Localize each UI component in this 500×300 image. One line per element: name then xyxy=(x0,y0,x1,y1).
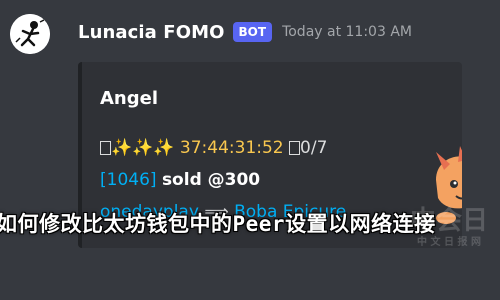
watermark-title: 中会日 xyxy=(409,206,488,236)
sale-id-link[interactable]: [1046] xyxy=(100,170,162,190)
site-watermark: 中会日 中 文 日 报 网 xyxy=(404,206,494,296)
missing-glyph-icon xyxy=(100,141,111,155)
bot-avatar[interactable] xyxy=(10,14,50,54)
embed-count: 0/7 xyxy=(300,138,328,158)
embed-title: Angel xyxy=(100,88,159,109)
embed-line-sale: [1046] sold @300 xyxy=(100,170,260,190)
embed-stars-timer: ✨✨✨ 37:44:31:52 xyxy=(111,138,290,158)
sale-status: sold xyxy=(161,170,202,190)
sale-price: @300 xyxy=(201,170,261,190)
chat-message: Lunacia FOMO BOT Today at 11:03 AM Angel… xyxy=(0,0,500,300)
stick-figure-icon xyxy=(10,14,50,54)
message-timestamp: Today at 11:03 AM xyxy=(282,24,412,40)
author-name[interactable]: Lunacia FOMO xyxy=(78,22,225,43)
bot-badge: BOT xyxy=(232,22,273,42)
message-header: Lunacia FOMO BOT Today at 11:03 AM xyxy=(78,18,412,46)
missing-glyph-icon xyxy=(289,141,301,155)
watermark-subtitle: 中 文 日 报 网 xyxy=(417,237,481,248)
embed-line-timer: ✨✨✨ 37:44:31:52 0/7 xyxy=(100,138,327,158)
